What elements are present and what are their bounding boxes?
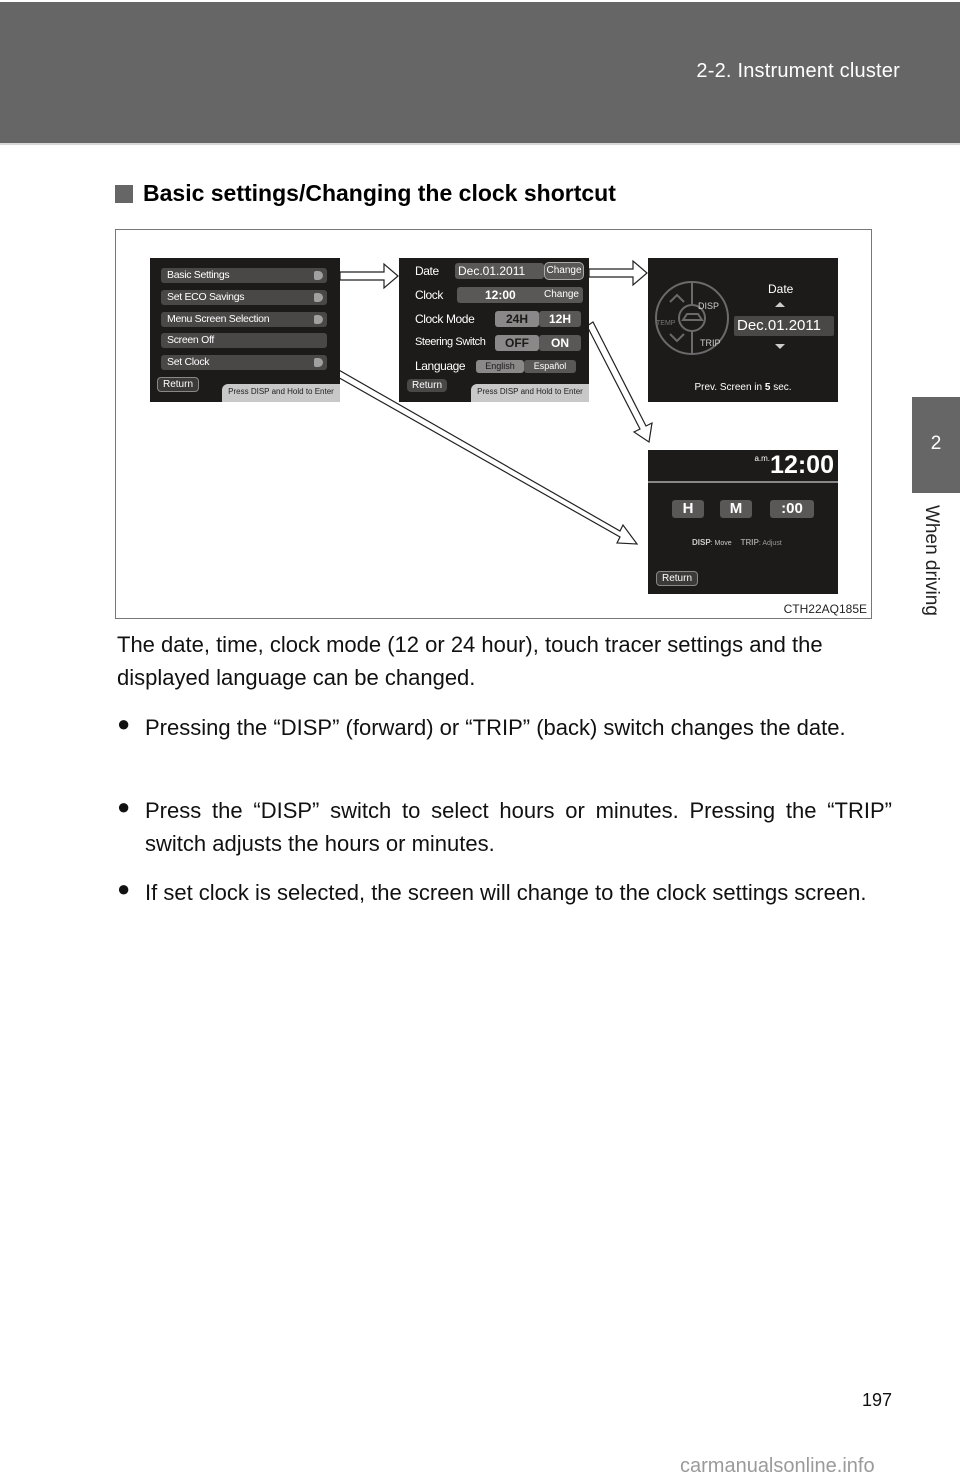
current-time: 12:00 — [770, 451, 834, 479]
date-value: Dec.01.2011 — [734, 316, 834, 336]
hint-bar: Press DISP and Hold to Enter — [471, 384, 589, 402]
mode-12h-option[interactable]: 12H — [539, 311, 581, 327]
clock-mode-label: Clock Mode — [415, 312, 475, 326]
figure-code: CTH22AQ185E — [783, 602, 867, 616]
watermark: carmanualsonline.info — [680, 1455, 875, 1477]
chapter-number: 2 — [930, 433, 942, 454]
intro-paragraph: The date, time, clock mode (12 or 24 hou… — [117, 632, 823, 690]
menu-screen: Basic Settings Set ECO Savings Menu Scre… — [150, 258, 340, 402]
increase-arrow-icon[interactable] — [775, 302, 785, 307]
heading-text: Basic settings/Changing the clock shortc… — [143, 180, 616, 206]
language-spanish-option[interactable]: Español — [524, 360, 576, 373]
bullet-dot-icon: ● — [117, 876, 131, 901]
minute-field[interactable]: M — [720, 500, 752, 518]
bullet-item: Press the “DISP” switch to select hours … — [145, 798, 892, 856]
menu-item-set-clock[interactable]: Set Clock — [161, 355, 327, 370]
clock-label: Clock — [415, 288, 444, 302]
menu-item-screen-selection[interactable]: Menu Screen Selection — [161, 312, 327, 327]
steering-switch-label: Steering Switch — [415, 336, 486, 348]
date-value: Dec.01.2011 — [455, 263, 544, 279]
date-title: Date — [768, 282, 794, 296]
temp-label: TEMP — [656, 320, 676, 327]
ampm-indicator: a.m. — [754, 454, 770, 463]
hint-bar: Press DISP and Hold to Enter — [222, 384, 340, 402]
date-label: Date — [415, 264, 439, 278]
bullet-item: Pressing the “DISP” (forward) or “TRIP” … — [145, 715, 846, 740]
arrow-menu-to-basic — [339, 262, 399, 290]
steering-on-option[interactable]: ON — [539, 335, 581, 351]
timeout-notice: Prev. Screen in 5 sec. — [694, 382, 792, 393]
arrow-right-icon — [314, 271, 323, 280]
arrow-right-icon — [314, 358, 323, 367]
page-header: 2-2. Instrument cluster — [0, 2, 960, 145]
language-label: Language — [415, 359, 466, 373]
return-button[interactable]: Return — [656, 571, 699, 586]
control-hints: DISP: Move TRIP: Adjust — [692, 538, 782, 547]
disp-label: DISP — [698, 301, 720, 311]
return-button[interactable]: Return — [157, 377, 200, 392]
clock-value: 12:00 — [485, 288, 516, 302]
section-heading: Basic settings/Changing the clock shortc… — [115, 180, 616, 207]
seconds-field[interactable]: :00 — [770, 500, 814, 518]
decrease-arrow-icon[interactable] — [775, 344, 785, 349]
page-number: 197 — [862, 1390, 893, 1410]
bullet-item: If set clock is selected, the screen wil… — [145, 880, 867, 905]
arrow-right-icon — [314, 293, 323, 302]
clock-setting-screen: a.m. 12:00 H M :00 DISP: Move TRIP: Adju… — [648, 450, 838, 594]
illustration-figure: Basic Settings Set ECO Savings Menu Scre… — [115, 229, 872, 619]
clock-display: a.m. 12:00 — [648, 450, 838, 483]
arrow-right-icon — [314, 315, 323, 324]
clock-change-button[interactable]: Change — [544, 287, 579, 303]
menu-item-eco-savings[interactable]: Set ECO Savings — [161, 290, 327, 305]
chapter-tab[interactable]: 2 — [912, 397, 960, 493]
arrow-basic-to-date — [588, 259, 648, 287]
hour-field[interactable]: H — [672, 500, 704, 518]
menu-item-screen-off[interactable]: Screen Off — [161, 333, 327, 348]
clock-value-row: 12:00 Change — [457, 287, 583, 303]
menu-item-basic-settings[interactable]: Basic Settings — [161, 268, 327, 283]
arrow-basic-to-clock — [586, 321, 653, 444]
mode-24h-option[interactable]: 24H — [495, 311, 539, 327]
section-title: 2-2. Instrument cluster — [696, 60, 900, 82]
language-english-option[interactable]: English — [476, 360, 524, 373]
chapter-label: When driving — [921, 505, 942, 616]
basic-settings-screen: Date Dec.01.2011 Change Clock 12:00 Chan… — [399, 258, 589, 402]
date-setting-screen: DISP TRIP TEMP Date Dec.01.2011 Prev. Sc… — [648, 258, 838, 402]
steering-off-option[interactable]: OFF — [495, 335, 539, 351]
square-bullet-icon — [115, 184, 133, 203]
bullet-dot-icon: ● — [117, 711, 131, 736]
date-change-button[interactable]: Change — [544, 262, 584, 280]
return-button[interactable]: Return — [407, 379, 448, 392]
trip-label: TRIP — [700, 338, 721, 348]
bullet-dot-icon: ● — [117, 794, 131, 819]
